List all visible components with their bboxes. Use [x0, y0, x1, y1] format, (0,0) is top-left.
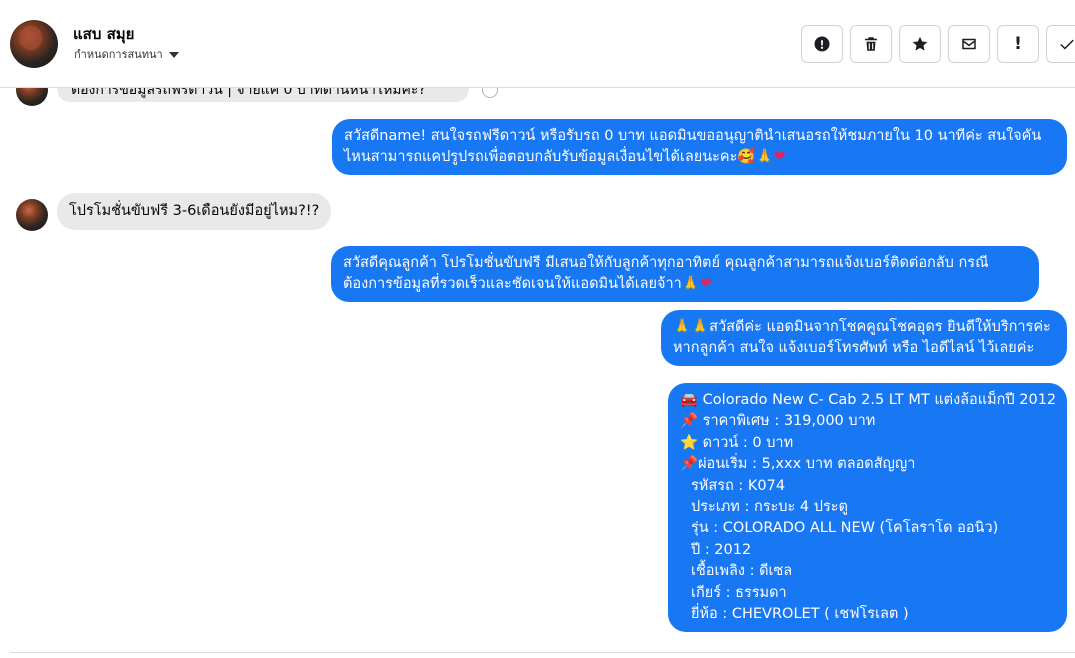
message-line: หากลูกค้า สนใจ แจ้งเบอร์โทรศัพท์ หรือ ไอ… [673, 340, 1035, 356]
message-incoming: โปรโมชั่นขับฟรี 3-6เดือนยังมีอยู่ไหม?!? [57, 193, 332, 230]
car-installment: 📌ผ่อนเริ่ม : 5,xxx บาท ตลอดสัญญา [680, 454, 1055, 475]
message-text: สวัสดีname! สนใจรถฟรีดาวน์ หรือรับรถ 0 บ… [344, 128, 1042, 165]
message-outgoing: 🙏🙏สวัสดีค่ะ แอดมินจากโชคคูณโชคอุดร ยินดี… [661, 310, 1067, 366]
message-outgoing: สวัสดีname! สนใจรถฟรีดาวน์ หรือรับรถ 0 บ… [332, 119, 1067, 175]
assign-conversation-dropdown[interactable]: กำหนดการสนทนา [74, 45, 179, 63]
heart-icon: ❤ [699, 276, 713, 292]
heart-icon: ❤ [773, 149, 786, 165]
alert-circle-icon [814, 36, 830, 52]
emoji: 🥰🙏 [737, 149, 774, 165]
car-listing-message: 🚘 Colorado New C- Cab 2.5 LT MT แต่งล้อแ… [668, 383, 1067, 633]
header-actions: ! [801, 25, 1075, 63]
trash-icon [865, 37, 877, 51]
message-line: 🙏🙏สวัสดีค่ะ แอดมินจากโชคคูณโชคอุดร ยินดี… [673, 317, 1055, 338]
caret-down-icon [168, 52, 179, 58]
car-price-text: ราคาพิเศษ : 319,000 บาท [702, 413, 876, 430]
check-icon [1060, 39, 1074, 50]
composer-divider [10, 652, 1075, 658]
car-brand: ยี่ห้อ : CHEVROLET ( เชฟโรเลต ) [691, 606, 909, 623]
car-fuel: เชื้อเพลิง : ดีเซล [691, 563, 793, 580]
assign-conversation-label: กำหนดการสนทนา [74, 48, 163, 61]
report-button[interactable] [801, 25, 843, 63]
star-icon [912, 36, 928, 51]
car-installment-text: ผ่อนเริ่ม : 5,xxx บาท ตลอดสัญญา [698, 456, 916, 473]
car-model: รุ่น : COLORADO ALL NEW (โคโลราโด ออนิว) [691, 520, 999, 537]
message-text: สวัสดีค่ะ แอดมินจากโชคคูณโชคอุดร ยินดีให… [709, 319, 1051, 335]
car-down: ⭐ ดาวน์ : 0 บาท [680, 433, 1055, 454]
car-code: รหัสรถ : K074 [691, 477, 786, 494]
star-icon: ⭐ [680, 434, 699, 451]
car-year: ปี : 2012 [691, 541, 752, 558]
contact-avatar-small [16, 199, 48, 231]
mark-unread-button[interactable] [948, 25, 990, 63]
conversation-header: แสบ สมุย กำหนดการสนทนา ! [0, 0, 1075, 88]
car-title: 🚘 Colorado New C- Cab 2.5 LT MT แต่งล้อแ… [680, 390, 1057, 411]
contact-name[interactable]: แสบ สมุย [73, 22, 134, 46]
pray-icon: 🙏 [681, 276, 700, 292]
message-thread[interactable]: ต้องการข้อมูลรถฟรีดาวน์ | จ่ายแค่ 0 บาทด… [0, 74, 1075, 658]
message-outgoing: สวัสดีคุณลูกค้า โปรโมชั่นขับฟรี มีเสนอให… [331, 246, 1039, 302]
contact-avatar[interactable] [10, 20, 58, 68]
car-gear: เกียร์ : ธรรมดา [691, 584, 787, 601]
important-button[interactable]: ! [997, 25, 1039, 63]
pushpin-icon: 📌 [680, 413, 699, 430]
message-text: สวัสดีคุณลูกค้า โปรโมชั่นขับฟรี มีเสนอให… [343, 255, 989, 292]
star-button[interactable] [899, 25, 941, 63]
car-down-text: ดาวน์ : 0 บาท [702, 434, 794, 451]
pray-icon: 🙏🙏 [673, 319, 710, 335]
car-type: ประเภท : กระบะ 4 ประตู [691, 499, 848, 516]
car-title-text: Colorado New C- Cab 2.5 LT MT แต่งล้อแม็… [702, 392, 1057, 408]
car-icon: 🚘 [680, 392, 699, 408]
done-button[interactable] [1046, 25, 1075, 63]
delete-button[interactable] [850, 25, 892, 63]
exclamation-icon: ! [1014, 34, 1022, 54]
car-price: 📌 ราคาพิเศษ : 319,000 บาท [680, 411, 1055, 432]
envelope-icon [962, 38, 976, 50]
pushpin-icon: 📌 [680, 456, 699, 473]
